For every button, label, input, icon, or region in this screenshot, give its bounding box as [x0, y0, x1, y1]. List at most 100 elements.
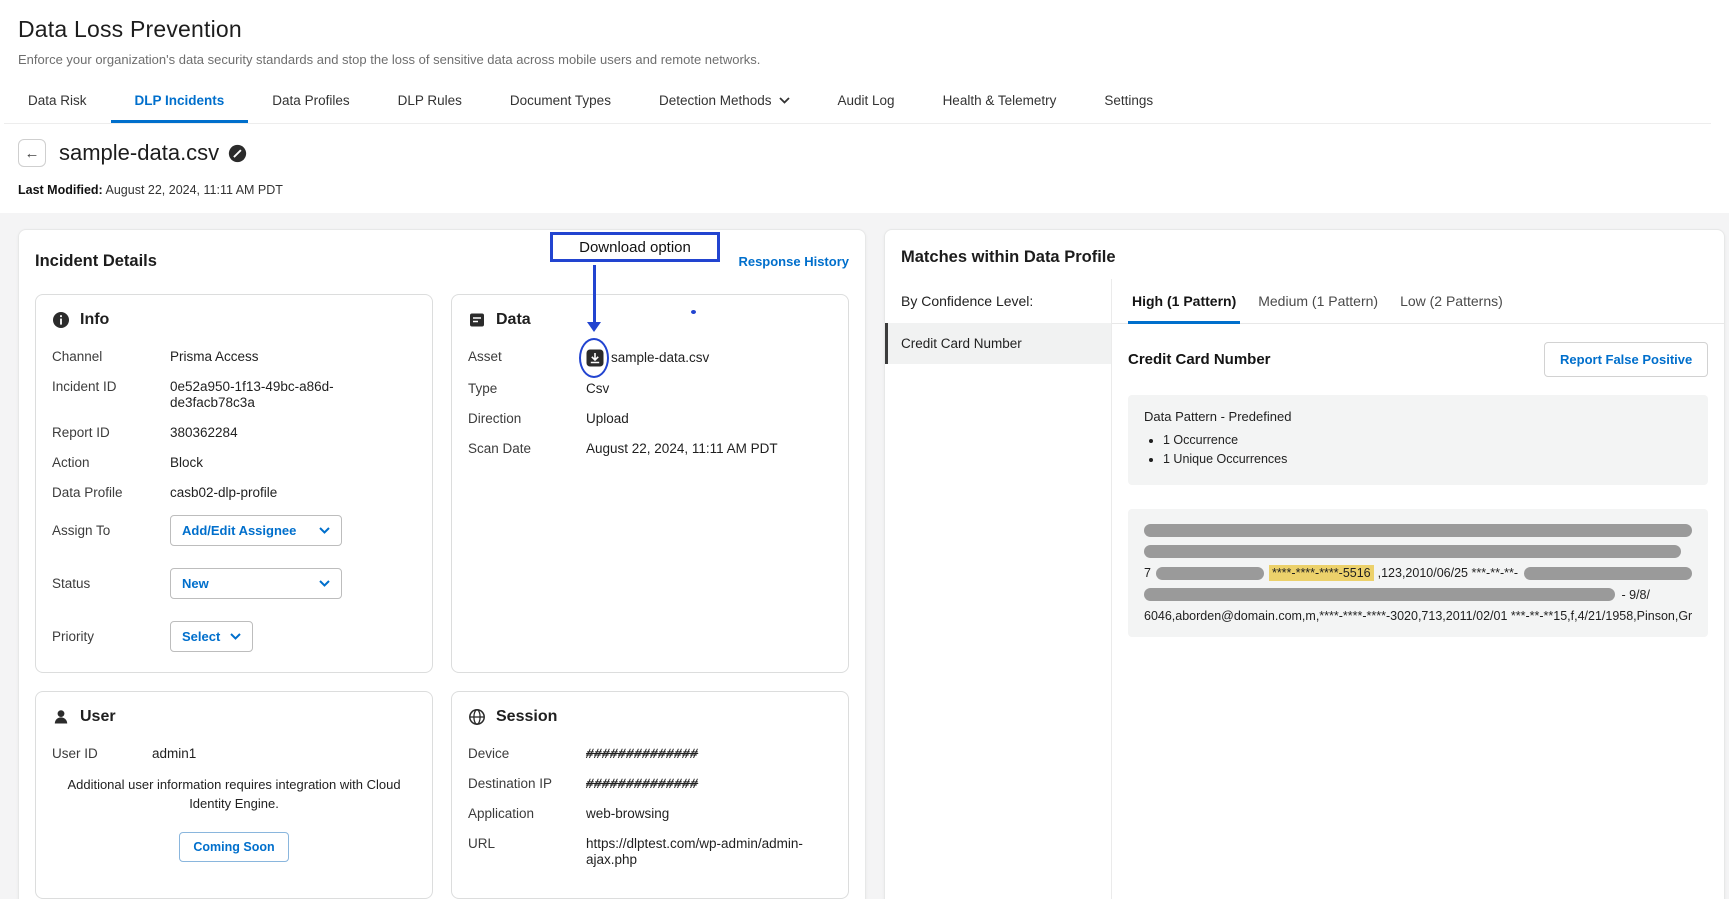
assign-to-dropdown[interactable]: Add/Edit Assignee [170, 515, 342, 546]
redacted-bar [1524, 567, 1692, 580]
pattern-summary-box: Data Pattern - Predefined 1 Occurrence 1… [1128, 395, 1708, 485]
session-title: Session [496, 708, 557, 726]
data-card: Data Asset sample-data.csv [451, 294, 849, 673]
pattern-type: Data Pattern - Predefined [1144, 409, 1692, 424]
redacted-bar [1144, 588, 1615, 601]
report-false-positive-button[interactable]: Report False Positive [1544, 342, 1708, 377]
priority-label: Priority [52, 629, 170, 645]
match-sample-box: 7 ****-****-****-5516 ,123,2010/06/25 **… [1128, 509, 1708, 637]
page-title: Data Loss Prevention [18, 16, 1711, 43]
matches-title: Matches within Data Profile [885, 230, 1724, 279]
user-note: Additional user information requires int… [54, 776, 414, 814]
asset-row: Asset sample-data.csv [468, 349, 832, 367]
app-header: Data Loss Prevention Enforce your organi… [0, 0, 1729, 124]
tab-low-confidence[interactable]: Low (2 Patterns) [1396, 289, 1507, 324]
tab-dlp-incidents[interactable]: DLP Incidents [111, 81, 249, 123]
priority-dropdown[interactable]: Select [170, 621, 253, 652]
redacted-bar [1156, 567, 1264, 580]
info-card: Info ChannelPrisma Access Incident ID0e5… [35, 294, 433, 673]
redacted-value: ############## [584, 776, 700, 792]
redacted-bar [1144, 524, 1692, 537]
sample-after-highlight: ,123,2010/06/25 ***-**-**- [1378, 566, 1518, 580]
user-id-label: User ID [52, 746, 152, 762]
session-row: URLhttps://dlptest.com/wp-admin/admin-aj… [468, 836, 832, 868]
chevron-down-icon [230, 633, 241, 640]
user-card: User User ID admin1 Additional user info… [35, 691, 433, 899]
file-name: sample-data.csv [59, 140, 219, 166]
tab-health-telemetry[interactable]: Health & Telemetry [919, 81, 1081, 123]
session-card: Session Device############## Destination… [451, 691, 849, 899]
redacted-value: ############## [584, 746, 700, 762]
download-icon[interactable] [586, 349, 604, 367]
chevron-down-icon [779, 97, 790, 104]
page-subtitle: Enforce your organization's data securit… [18, 52, 1711, 67]
tab-data-profiles[interactable]: Data Profiles [248, 81, 373, 123]
info-icon [52, 311, 70, 329]
tab-document-types[interactable]: Document Types [486, 81, 635, 123]
session-row: Applicationweb-browsing [468, 806, 832, 822]
pattern-list: Credit Card Number [885, 323, 1111, 364]
back-button[interactable]: ← [18, 139, 46, 167]
unique-occurrence-count: 1 Unique Occurrences [1163, 452, 1692, 466]
file-title-row: sample-data.csv [59, 140, 247, 166]
occurrence-count: 1 Occurrence [1163, 433, 1692, 447]
data-row: Scan DateAugust 22, 2024, 11:11 AM PDT [468, 441, 832, 457]
asset-file-name: sample-data.csv [611, 350, 709, 366]
confidence-tabs: High (1 Pattern) Medium (1 Pattern) Low … [1112, 279, 1724, 324]
tab-settings[interactable]: Settings [1080, 81, 1177, 123]
info-row: ActionBlock [52, 455, 416, 471]
match-detail: Credit Card Number Report False Positive… [1112, 324, 1724, 655]
asset-label: Asset [468, 349, 586, 365]
priority-row: Priority Select [52, 621, 416, 652]
download-option-annotation: Download option [550, 232, 720, 262]
chevron-down-icon [319, 580, 330, 587]
status-dropdown[interactable]: New [170, 568, 342, 599]
data-row: DirectionUpload [468, 411, 832, 427]
status-row: Status New [52, 568, 416, 599]
user-title: User [80, 708, 116, 726]
incident-details-card: Download option Incident Details Respons… [18, 229, 866, 899]
data-icon [468, 311, 486, 329]
info-row: Data Profilecasb02-dlp-profile [52, 485, 416, 501]
chevron-down-icon [319, 527, 330, 534]
globe-icon [468, 708, 486, 726]
annotation-dot [691, 310, 696, 314]
coming-soon-button[interactable]: Coming Soon [179, 832, 288, 862]
edit-icon[interactable] [228, 144, 247, 163]
file-header: ← sample-data.csv Last Modified: August … [0, 124, 1729, 213]
annotation-arrow-line [593, 265, 596, 322]
session-row: Device############## [468, 746, 832, 762]
tab-dlp-rules[interactable]: DLP Rules [374, 81, 486, 123]
last-modified-label: Last Modified: [18, 183, 103, 197]
main-tabs: Data Risk DLP Incidents Data Profiles DL… [4, 81, 1711, 124]
user-id-row: User ID admin1 [52, 746, 416, 762]
tab-audit-log[interactable]: Audit Log [814, 81, 919, 123]
info-row: ChannelPrisma Access [52, 349, 416, 365]
sample-prefix: 7 [1144, 566, 1151, 580]
back-arrow-icon: ← [25, 145, 40, 162]
tab-high-confidence[interactable]: High (1 Pattern) [1128, 289, 1240, 324]
pattern-stats: 1 Occurrence 1 Unique Occurrences [1144, 433, 1692, 466]
info-row: Incident ID0e52a950-1f13-49bc-a86d-de3fa… [52, 379, 416, 411]
data-row: TypeCsv [468, 381, 832, 397]
redacted-bar [1144, 545, 1681, 558]
incident-details-title: Incident Details [35, 252, 157, 271]
response-history-link[interactable]: Response History [738, 254, 849, 269]
confidence-panel: By Confidence Level: Credit Card Number [885, 279, 1111, 899]
user-icon [52, 708, 70, 726]
last-modified: Last Modified: August 22, 2024, 11:11 AM… [18, 183, 1711, 197]
assign-to-row: Assign To Add/Edit Assignee [52, 515, 416, 546]
last-modified-value: August 22, 2024, 11:11 AM PDT [103, 183, 283, 197]
info-row: Report ID380362284 [52, 425, 416, 441]
confidence-label: By Confidence Level: [885, 279, 1111, 323]
match-detail-title: Credit Card Number [1128, 351, 1271, 368]
matches-card: Matches within Data Profile By Confidenc… [884, 229, 1725, 899]
pattern-list-item-credit-card[interactable]: Credit Card Number [885, 323, 1111, 364]
annotation-arrow-head-icon [587, 322, 601, 332]
content-area: Download option Incident Details Respons… [0, 213, 1729, 899]
user-id-value: admin1 [152, 746, 196, 762]
sample-visible-line: 6046,aborden@domain.com,m,****-****-****… [1144, 609, 1692, 623]
tab-data-risk[interactable]: Data Risk [4, 81, 111, 123]
tab-detection-methods[interactable]: Detection Methods [635, 81, 814, 123]
tab-medium-confidence[interactable]: Medium (1 Pattern) [1254, 289, 1382, 324]
